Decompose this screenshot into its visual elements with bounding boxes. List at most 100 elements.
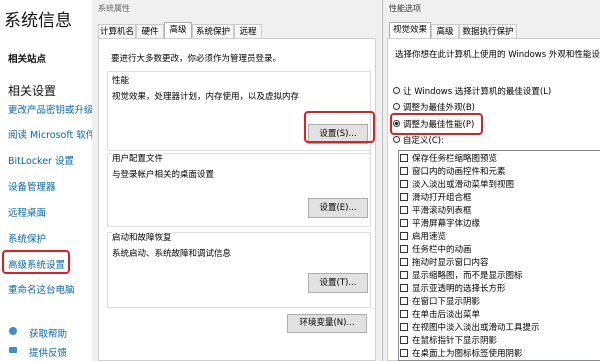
- tab-system-protection[interactable]: 系统保护: [192, 24, 234, 38]
- effect-item[interactable]: 在单击后淡出菜单: [400, 309, 480, 321]
- tab-computer-name[interactable]: 计算机名: [98, 24, 136, 38]
- user-profiles-desc: 与登录帐户相关的桌面设置: [112, 170, 215, 180]
- startup-recovery-title: 启动和故障恢复: [112, 231, 172, 243]
- tab-advanced[interactable]: 高级: [164, 22, 192, 39]
- effect-item[interactable]: 在视图中淡入淡出或滑动工具提示: [400, 322, 540, 334]
- effect-label: 在视图中淡入淡出或滑动工具提示: [412, 323, 540, 333]
- link-device-manager[interactable]: 设备管理器: [8, 179, 56, 193]
- effect-item[interactable]: 显示亚透明的选择长方形: [400, 283, 506, 295]
- effect-item[interactable]: 拖动时显示窗口内容: [400, 257, 489, 269]
- effect-label: 任务栏中的动画: [412, 245, 472, 255]
- link-remote-desktop[interactable]: 远程桌面: [8, 205, 46, 219]
- performance-desc: 视觉效果，处理器计划，内存使用，以及虚拟内存: [112, 92, 300, 102]
- effect-label: 在桌面上为图标标签使用阴影: [412, 349, 523, 359]
- effect-label: 平滑屏幕字体边缘: [412, 219, 481, 229]
- radio-let-windows-choose[interactable]: 让 Windows 选择计算机的最佳设置(L): [393, 86, 593, 99]
- window-title: 性能选项: [389, 4, 421, 13]
- related-settings-heading: 相关设置: [8, 84, 57, 98]
- user-profiles-title: 用户配置文件: [112, 152, 164, 164]
- link-feedback[interactable]: 提供反馈: [29, 345, 67, 359]
- effect-item[interactable]: 平滑屏幕字体边缘: [400, 218, 480, 230]
- effect-item[interactable]: 显示缩略图，而不是显示图标: [400, 270, 523, 282]
- effect-item[interactable]: 滑动打开组合框: [400, 192, 472, 204]
- user-profiles-group: 用户配置文件 与登录帐户相关的桌面设置 设置(E)...: [107, 152, 371, 227]
- radio-label: 让 Windows 选择计算机的最佳设置(L): [403, 87, 552, 97]
- window-title: 系统属性: [98, 4, 130, 13]
- checkbox-icon: [400, 205, 408, 214]
- link-system-protection[interactable]: 系统保护: [8, 231, 46, 245]
- system-properties-dialog: 系统属性 计算机名 硬件 高级 系统保护 远程 要进行大多数更改，你必须作为管理…: [92, 0, 382, 361]
- checkbox-icon: [400, 283, 408, 292]
- effect-item[interactable]: 淡入淡出或滑动菜单到视图: [400, 179, 514, 191]
- radio-icon: [393, 87, 400, 94]
- checkbox-icon: [400, 166, 408, 175]
- link-change-product-key[interactable]: 更改产品密钥或升级: [8, 102, 94, 116]
- help-icon: [8, 326, 18, 339]
- effect-label: 在窗口下显示阴影: [412, 297, 481, 307]
- page-title: 系统信息: [4, 11, 72, 31]
- admin-note: 要进行大多数更改，你必须作为管理员登录。: [111, 54, 282, 64]
- radio-custom[interactable]: 自定义(C):: [393, 135, 593, 148]
- effect-item[interactable]: 在窗口下显示阴影: [400, 296, 480, 308]
- checkbox-icon: [400, 296, 408, 305]
- radio-icon: [393, 136, 400, 143]
- link-rename-pc[interactable]: 重命名这台电脑: [8, 282, 75, 296]
- checkbox-icon: [400, 309, 408, 318]
- link-read-microsoft-terms[interactable]: 阅读 Microsoft 软件: [8, 127, 95, 141]
- startup-recovery-group: 启动和故障恢复 系统启动、系统故障和调试信息 设置(T)...: [107, 231, 371, 308]
- effect-item[interactable]: 在桌面上为图标标签使用阴影: [400, 348, 523, 360]
- effect-item[interactable]: 启用速览: [400, 231, 446, 243]
- checkbox-icon: [400, 179, 408, 188]
- tab-remote[interactable]: 远程: [234, 24, 262, 38]
- checkbox-icon: [400, 270, 408, 279]
- performance-title: 性能: [112, 76, 130, 86]
- checkbox-icon: [400, 322, 408, 331]
- advanced-tab-panel: 要进行大多数更改，你必须作为管理员登录。 性能 视觉效果，处理器计划，内存使用，…: [98, 38, 376, 361]
- tab-visual-effects[interactable]: 视觉效果: [389, 22, 431, 39]
- effect-label: 窗口内的动画控件和元素: [412, 167, 506, 177]
- checkbox-icon: [400, 153, 408, 162]
- environment-variables-button[interactable]: 环境变量(N)...: [287, 314, 367, 333]
- tab-data-execution-prevention[interactable]: 数据执行保护: [459, 24, 517, 38]
- effect-item[interactable]: 在鼠标指针下显示阴影: [400, 335, 497, 347]
- highlight-best-performance: [390, 113, 483, 135]
- effect-label: 启用速览: [412, 232, 447, 242]
- highlight-performance-settings: [304, 111, 375, 143]
- effect-item[interactable]: 保存任务栏缩略图预览: [400, 153, 497, 165]
- effect-item[interactable]: 平滑滚动列表框: [400, 205, 472, 217]
- effect-item[interactable]: 任务栏中的动画: [400, 244, 472, 256]
- effect-label: 滑动打开组合框: [412, 193, 472, 203]
- radio-icon: [393, 103, 400, 110]
- visual-effects-intro: 选择你想在此计算机上使用的 Windows 外观和性能设置。: [395, 50, 600, 60]
- checkbox-icon: [400, 348, 408, 357]
- checkbox-icon: [400, 335, 408, 344]
- checkbox-icon: [400, 192, 408, 201]
- effect-label: 平滑滚动列表框: [412, 206, 472, 216]
- startup-recovery-settings-button[interactable]: 设置(T)...: [308, 273, 368, 293]
- link-bitlocker[interactable]: BitLocker 设置: [8, 153, 74, 167]
- checkbox-icon: [400, 257, 408, 266]
- checkbox-icon: [400, 244, 408, 253]
- effect-label: 保存任务栏缩略图预览: [412, 154, 498, 164]
- effect-label: 在单击后淡出菜单: [412, 310, 481, 320]
- user-profiles-settings-button[interactable]: 设置(E)...: [308, 198, 368, 218]
- effect-label: 显示亚透明的选择长方形: [412, 284, 506, 294]
- link-get-help[interactable]: 获取帮助: [29, 326, 67, 340]
- visual-effects-list[interactable]: 保存任务栏缩略图预览 窗口内的动画控件和元素 淡入淡出或滑动菜单到视图 滑动打开…: [398, 150, 600, 361]
- effect-label: 淡入淡出或滑动菜单到视图: [412, 180, 515, 190]
- related-sites-heading: 相关站点: [8, 54, 47, 65]
- radio-label: 调整为最佳外观(B): [403, 103, 475, 113]
- highlight-advanced-settings: [2, 250, 70, 274]
- tab-advanced[interactable]: 高级: [431, 24, 459, 38]
- startup-recovery-desc: 系统启动、系统故障和调试信息: [112, 249, 232, 259]
- feedback-icon: [8, 345, 18, 358]
- effect-label: 显示缩略图，而不是显示图标: [412, 271, 523, 281]
- tab-hardware[interactable]: 硬件: [136, 24, 164, 38]
- settings-pane: 系统信息 相关站点 相关设置 更改产品密钥或升级 阅读 Microsoft 软件…: [0, 0, 95, 361]
- checkbox-icon: [400, 231, 408, 240]
- radio-label: 自定义(C):: [403, 136, 444, 146]
- checkbox-icon: [400, 218, 408, 227]
- effect-label: 拖动时显示窗口内容: [412, 258, 489, 268]
- effect-item[interactable]: 窗口内的动画控件和元素: [400, 166, 506, 178]
- effect-label: 在鼠标指针下显示阴影: [412, 336, 498, 346]
